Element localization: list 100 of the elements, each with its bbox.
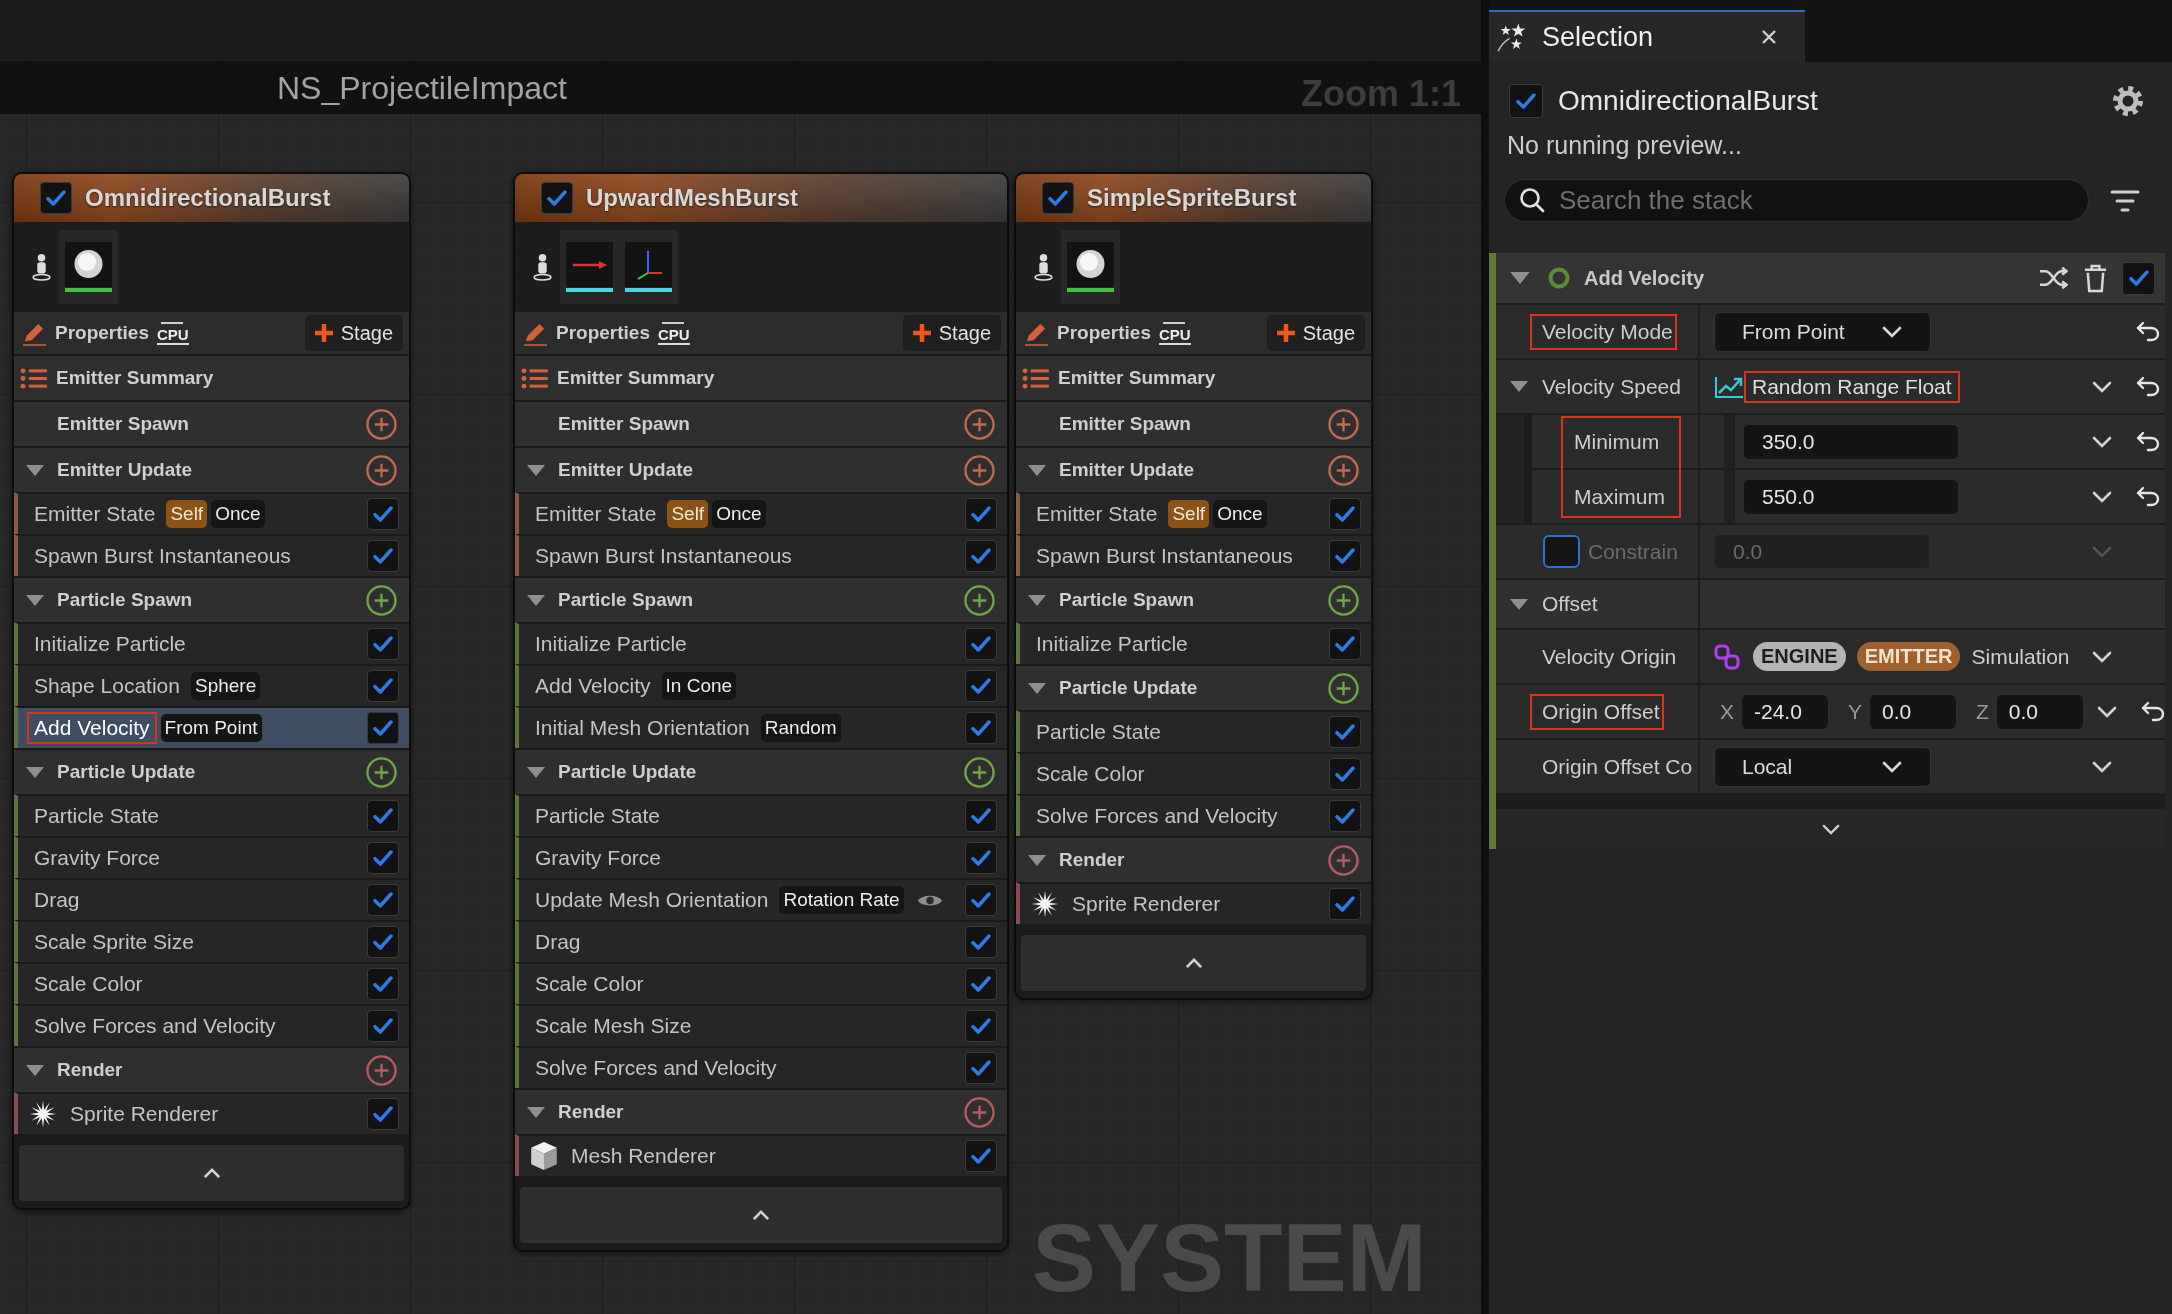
module-row[interactable]: Emitter State Self Once: [515, 492, 1007, 534]
filter-icon[interactable]: [2110, 189, 2140, 212]
triangle-icon[interactable]: [527, 594, 545, 606]
module-row[interactable]: Particle State: [515, 794, 1007, 836]
plus-circle-icon[interactable]: [1328, 672, 1359, 704]
checkbox[interactable]: [1329, 888, 1361, 920]
module-row[interactable]: Scale Color: [515, 962, 1007, 1004]
plus-circle-icon[interactable]: [366, 584, 397, 616]
add-stage-button[interactable]: Stage: [902, 315, 1001, 351]
add-stage-button[interactable]: Stage: [304, 315, 403, 351]
summary-row[interactable]: Emitter Summary: [1016, 354, 1371, 400]
module-row[interactable]: Sprite Renderer: [1016, 882, 1371, 924]
plus-circle-icon[interactable]: [1328, 844, 1359, 876]
triangle-icon[interactable]: [1510, 381, 1528, 392]
plus-circle-icon[interactable]: [1328, 408, 1359, 440]
module-row[interactable]: Emitter State Self Once: [14, 492, 409, 534]
checkbox[interactable]: [2122, 261, 2155, 295]
module-row[interactable]: Initial Mesh Orientation Random: [515, 706, 1007, 748]
emitter-node[interactable]: [12, 172, 411, 1210]
checkbox[interactable]: [367, 628, 399, 660]
module-row[interactable]: Particle State: [14, 794, 409, 836]
module-row[interactable]: Update Mesh Orientation Rotation Rate: [515, 878, 1007, 920]
number-field[interactable]: 0.0: [1995, 693, 2084, 730]
reset-arrow-icon[interactable]: [2136, 376, 2160, 397]
reset-arrow-icon[interactable]: [2136, 431, 2160, 452]
module-row[interactable]: Emitter State Self Once: [1016, 492, 1371, 534]
triangle-icon[interactable]: [1028, 854, 1046, 866]
checkbox[interactable]: [965, 926, 997, 958]
module-row[interactable]: Scale Sprite Size: [14, 920, 409, 962]
module-row[interactable]: Scale Color: [1016, 752, 1371, 794]
axes-thumbnail-icon[interactable]: [625, 242, 672, 292]
module-row[interactable]: Scale Color: [14, 962, 409, 1004]
module-row[interactable]: Solve Forces and Velocity: [1016, 794, 1371, 836]
module-row[interactable]: Add Velocity In Cone: [515, 664, 1007, 706]
checkbox[interactable]: [367, 926, 399, 958]
checkbox[interactable]: [965, 884, 997, 916]
reset-arrow-icon[interactable]: [2140, 701, 2165, 722]
module-row[interactable]: Scale Mesh Size: [515, 1004, 1007, 1046]
triangle-icon[interactable]: [527, 1106, 545, 1118]
section-header[interactable]: Render: [14, 1046, 409, 1092]
checkbox[interactable]: [965, 800, 997, 832]
section-header[interactable]: Particle Spawn: [1016, 576, 1371, 622]
arrow-thumbnail-icon[interactable]: [566, 242, 613, 292]
module-row[interactable]: Mesh Renderer: [515, 1134, 1007, 1176]
triangle-icon[interactable]: [26, 464, 44, 476]
number-field[interactable]: 550.0: [1743, 478, 1959, 515]
section-header[interactable]: Particle Update: [14, 748, 409, 794]
module-row[interactable]: Initialize Particle: [515, 622, 1007, 664]
section-header[interactable]: Particle Update: [1016, 664, 1371, 710]
checkbox[interactable]: [965, 670, 997, 702]
checkbox[interactable]: [1329, 498, 1361, 530]
checkbox[interactable]: [1329, 758, 1361, 790]
module-row[interactable]: Spawn Burst Instantaneous: [515, 534, 1007, 576]
plus-circle-icon[interactable]: [964, 756, 995, 788]
section-header[interactable]: Render: [1016, 836, 1371, 882]
reset-arrow-icon[interactable]: [2136, 486, 2160, 507]
checkbox[interactable]: [40, 182, 72, 214]
section-header[interactable]: Emitter Update: [515, 446, 1007, 492]
plus-circle-icon[interactable]: [964, 584, 995, 616]
selection-tab[interactable]: Selection: [1489, 10, 1805, 62]
checkbox[interactable]: [367, 968, 399, 1000]
plus-circle-icon[interactable]: [964, 454, 995, 486]
checkbox[interactable]: [367, 842, 399, 874]
module-row[interactable]: Solve Forces and Velocity: [515, 1046, 1007, 1088]
section-header[interactable]: Particle Update: [515, 748, 1007, 794]
reset-arrow-icon[interactable]: [2136, 321, 2160, 342]
module-row[interactable]: Gravity Force: [515, 836, 1007, 878]
module-row[interactable]: Initialize Particle: [14, 622, 409, 664]
checkbox[interactable]: [367, 1010, 399, 1042]
triangle-icon[interactable]: [26, 766, 44, 778]
number-field[interactable]: 350.0: [1743, 423, 1959, 460]
checkbox[interactable]: [965, 1140, 997, 1172]
checkbox[interactable]: [367, 712, 399, 744]
section-header[interactable]: Emitter Spawn: [14, 400, 409, 446]
plus-circle-icon[interactable]: [964, 1096, 995, 1128]
checkbox[interactable]: [1329, 716, 1361, 748]
checkbox[interactable]: [1329, 540, 1361, 572]
checkbox[interactable]: [1042, 182, 1074, 214]
module-row[interactable]: Drag: [515, 920, 1007, 962]
plus-circle-icon[interactable]: [1328, 454, 1359, 486]
trash-icon[interactable]: [2083, 263, 2108, 293]
plus-circle-icon[interactable]: [366, 756, 397, 788]
link-icon[interactable]: [1714, 643, 1740, 670]
checkbox[interactable]: [965, 628, 997, 660]
section-header[interactable]: Emitter Update: [14, 446, 409, 492]
emitter-node[interactable]: [513, 172, 1009, 1252]
plus-circle-icon[interactable]: [366, 408, 397, 440]
shuffle-icon[interactable]: [2039, 266, 2068, 290]
number-field[interactable]: 0.0: [1869, 693, 1958, 730]
plus-circle-icon[interactable]: [366, 454, 397, 486]
triangle-icon[interactable]: [1028, 464, 1046, 476]
section-header[interactable]: Particle Spawn: [14, 576, 409, 622]
plus-circle-icon[interactable]: [1328, 584, 1359, 616]
dropdown[interactable]: Local: [1714, 746, 1931, 787]
close-icon[interactable]: [1762, 30, 1776, 44]
module-row[interactable]: Drag: [14, 878, 409, 920]
checkbox[interactable]: [965, 498, 997, 530]
checkbox[interactable]: [541, 182, 573, 214]
checkbox[interactable]: [1329, 628, 1361, 660]
checkbox[interactable]: [965, 842, 997, 874]
